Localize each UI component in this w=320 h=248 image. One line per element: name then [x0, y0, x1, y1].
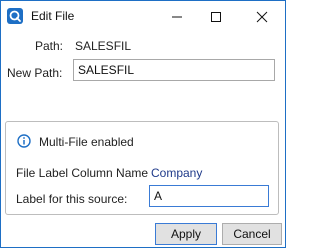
info-icon: [17, 134, 31, 151]
edit-file-dialog: Edit File Path: SALESFIL New Path: Multi…: [0, 0, 286, 248]
window-title: Edit File: [31, 9, 75, 23]
apply-button[interactable]: Apply: [155, 223, 217, 245]
path-label: Path:: [35, 39, 64, 53]
minimize-icon[interactable]: [167, 7, 187, 27]
title-bar[interactable]: Edit File: [1, 1, 285, 33]
column-name-value: Company: [151, 166, 203, 180]
multi-file-heading: Multi-File enabled: [39, 135, 134, 149]
cancel-button[interactable]: Cancel: [222, 223, 282, 245]
close-icon[interactable]: [252, 7, 272, 27]
source-label-input[interactable]: [149, 185, 269, 207]
column-name-label: File Label Column Name: [16, 166, 149, 180]
path-value: SALESFIL: [75, 39, 132, 53]
new-path-input[interactable]: [73, 59, 275, 81]
maximize-icon[interactable]: [206, 7, 226, 27]
new-path-label: New Path:: [7, 66, 63, 80]
source-label: Label for this source:: [16, 192, 128, 206]
multi-file-group: Multi-File enabled File Label Column Nam…: [5, 121, 279, 215]
app-icon: [7, 8, 23, 24]
